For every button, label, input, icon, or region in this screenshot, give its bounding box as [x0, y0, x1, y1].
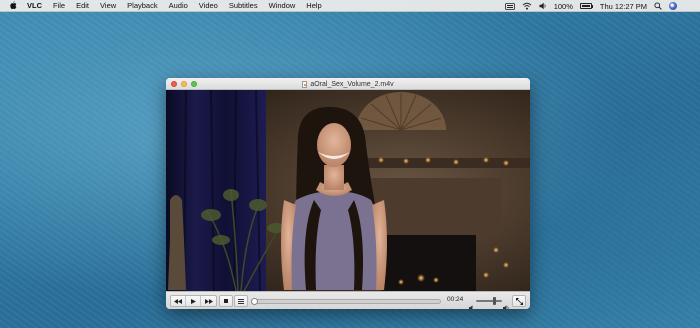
spotlight-search-icon[interactable] [654, 2, 662, 10]
menu-help[interactable]: Help [306, 1, 321, 10]
menu-view[interactable]: View [100, 1, 116, 10]
volume-knob[interactable] [493, 297, 496, 305]
menu-file[interactable]: File [53, 1, 65, 10]
volume-icon[interactable] [539, 2, 547, 10]
keyboard-input-icon[interactable] [504, 2, 515, 10]
document-icon [302, 80, 308, 88]
volume-high-icon[interactable] [503, 298, 510, 309]
stop-icon [224, 299, 228, 303]
transport-group [170, 295, 217, 307]
seek-knob[interactable] [251, 298, 258, 305]
volume-low-icon[interactable] [469, 298, 474, 309]
video-frame[interactable] [166, 90, 530, 291]
play-button[interactable] [186, 296, 201, 306]
title-bar[interactable]: aOral_Sex_Volume_2.m4v [166, 78, 530, 90]
menu-audio[interactable]: Audio [169, 1, 188, 10]
fast-forward-button[interactable] [201, 296, 216, 306]
playlist-button[interactable] [234, 295, 248, 307]
battery-percent: 100% [553, 1, 573, 11]
menu-edit[interactable]: Edit [76, 1, 89, 10]
volume-slider[interactable] [476, 300, 502, 302]
apple-icon[interactable] [9, 1, 19, 10]
window-title: aOral_Sex_Volume_2.m4v [310, 80, 394, 88]
clock[interactable]: Thu 12:27 PM [600, 2, 647, 11]
stop-button[interactable] [219, 295, 233, 307]
rewind-button[interactable] [171, 296, 186, 306]
seek-bar[interactable] [251, 298, 441, 305]
notification-center-icon[interactable] [684, 3, 692, 10]
fullscreen-button[interactable] [512, 295, 526, 307]
menu-window[interactable]: Window [269, 1, 296, 10]
playback-controls: 00:24 [166, 291, 530, 309]
rewind-icon [174, 298, 182, 304]
menu-subtitles[interactable]: Subtitles [229, 1, 258, 10]
menu-playback[interactable]: Playback [127, 1, 157, 10]
menu-video[interactable]: Video [199, 1, 218, 10]
elapsed-time[interactable]: 00:24 [447, 296, 463, 303]
battery-icon[interactable] [579, 3, 593, 9]
vlc-window: aOral_Sex_Volume_2.m4v 00:24 [166, 78, 530, 309]
play-icon [190, 298, 196, 304]
playlist-icon [238, 298, 244, 304]
fullscreen-icon [515, 297, 523, 305]
wifi-icon[interactable] [522, 2, 532, 10]
fast-forward-icon [204, 298, 213, 304]
menu-bar: VLC File Edit View Playback Audio Video … [0, 0, 700, 12]
menu-vlc[interactable]: VLC [27, 1, 42, 10]
siri-icon[interactable] [669, 2, 677, 10]
